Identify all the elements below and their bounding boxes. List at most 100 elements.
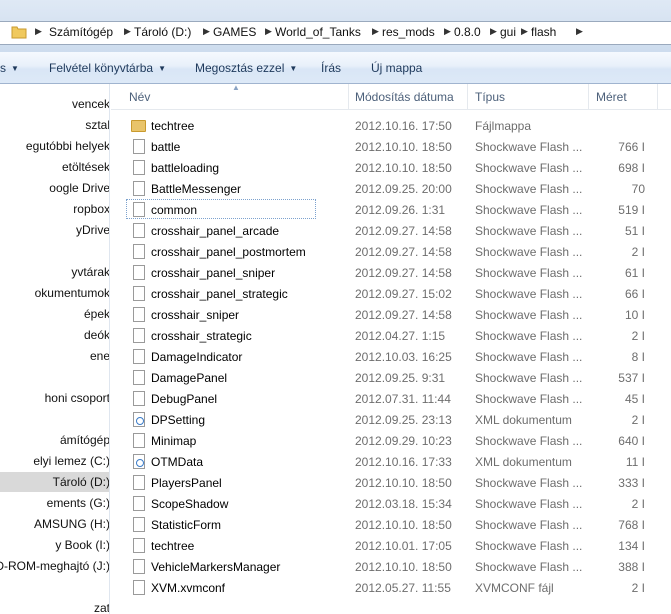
burn-button[interactable]: Írás (321, 61, 341, 75)
table-row[interactable]: DPSetting 2012.09.25. 23:13 XML dokumentum… (111, 409, 671, 430)
chevron-right-icon[interactable]: ▶ (521, 26, 528, 37)
nav-item[interactable]: épek (0, 304, 110, 324)
nav-item[interactable]: honi csoport (0, 388, 110, 408)
column-divider[interactable] (348, 84, 349, 109)
cell-date: 2012.09.25. 9:31 (355, 371, 446, 385)
chevron-right-icon[interactable]: ▶ (124, 26, 131, 37)
table-row[interactable]: StatisticForm 2012.10.10. 18:50 Shockwave … (111, 514, 671, 535)
nav-item[interactable]: egutóbbi helyek (0, 136, 110, 156)
table-row[interactable]: crosshair_panel_strategic 2012.09.27. 15:… (111, 283, 671, 304)
navigation-pane[interactable]: vencek sztal egutóbbi helyek etöltések oogle… (0, 84, 110, 614)
cell-size: 45 I (624, 392, 645, 406)
column-divider[interactable] (657, 84, 658, 109)
file-list[interactable]: ▲ Név Módosítás dátuma Típus Méret techt… (111, 84, 671, 614)
cell-name: crosshair_panel_sniper (151, 266, 276, 280)
breadcrumb-segment[interactable]: GAMES (213, 25, 256, 39)
table-row[interactable]: common 2012.09.26. 1:31 Shockwave Flash ..… (111, 199, 671, 220)
cell-name: DebugPanel (151, 392, 218, 406)
column-header-size[interactable]: Méret (596, 90, 627, 104)
cell-name: crosshair_panel_postmortem (151, 245, 306, 259)
nav-item[interactable]: vencek (0, 94, 110, 114)
cell-date: 2012.10.10. 18:50 (355, 518, 452, 532)
nav-item[interactable]: sztal (0, 115, 110, 135)
breadcrumb-segment[interactable]: 0.8.0 (454, 25, 481, 39)
table-row[interactable]: DebugPanel 2012.07.31. 11:44 Shockwave Fla… (111, 388, 671, 409)
table-row[interactable]: Minimap 2012.09.29. 10:23 Shockwave Flash … (111, 430, 671, 451)
cell-type: Shockwave Flash ... (475, 560, 583, 574)
nav-item[interactable]: deók (0, 325, 109, 345)
column-header-date[interactable]: Módosítás dátuma (355, 90, 454, 104)
nav-item[interactable]: AMSUNG (H:) (0, 514, 109, 534)
nav-item-label: zat (93, 601, 110, 614)
table-row[interactable]: VehicleMarkersManager 2012.10.10. 18:50 Sh… (111, 556, 671, 577)
nav-item[interactable]: elyi lemez (C:) (0, 451, 110, 471)
breadcrumb-segment[interactable]: gui (500, 25, 516, 39)
chevron-right-icon[interactable]: ▶ (490, 26, 497, 37)
table-row[interactable]: techtree 2012.10.16. 17:50 Fájlmappa (111, 115, 671, 136)
breadcrumb-segment[interactable]: World_of_Tanks (275, 25, 361, 39)
chevron-right-icon[interactable]: ▶ (203, 26, 210, 37)
nav-item[interactable]: D-ROM-meghajtó (J:) (0, 556, 109, 576)
column-divider[interactable] (588, 84, 589, 109)
table-row[interactable]: DamagePanel 2012.09.25. 9:31 Shockwave Fla… (111, 367, 671, 388)
cell-type: Shockwave Flash ... (475, 350, 583, 364)
breadcrumb-segment[interactable]: Tároló (D:) (134, 25, 191, 39)
cell-size: 766 I (618, 140, 645, 154)
chevron-right-icon[interactable]: ▶ (35, 26, 42, 37)
table-row[interactable]: techtree 2012.10.01. 17:05 Shockwave Flash… (111, 535, 671, 556)
file-icon (133, 517, 145, 532)
table-row[interactable]: crosshair_sniper 2012.09.27. 14:58 Shockwa… (111, 304, 671, 325)
cell-type: Shockwave Flash ... (475, 518, 583, 532)
new-folder-button[interactable]: Új mappa (371, 61, 422, 75)
nav-item[interactable]: okumentumok (0, 283, 109, 303)
nav-item-label: ements (G:) (46, 496, 110, 510)
nav-item (0, 367, 109, 387)
nav-item[interactable]: yvtárak (0, 262, 109, 282)
nav-item[interactable]: ámítógép (0, 430, 109, 450)
chevron-right-icon[interactable]: ▶ (372, 26, 379, 37)
nav-item-label: honi csoport (44, 391, 110, 405)
nav-item[interactable]: yDrive (0, 220, 109, 240)
organize-button[interactable]: s ▼ (0, 61, 19, 75)
nav-item[interactable]: Tároló (D:) (0, 472, 109, 492)
nav-item[interactable]: zat (0, 598, 110, 614)
table-row[interactable]: battleloading 2012.10.10. 18:50 Shockwave … (111, 157, 671, 178)
column-divider[interactable] (467, 84, 468, 109)
cell-name: OTMData (151, 455, 204, 469)
table-row[interactable]: BattleMessenger 2012.09.25. 20:00 Shockwav… (111, 178, 671, 199)
table-row[interactable]: crosshair_panel_arcade 2012.09.27. 14:58 S… (111, 220, 671, 241)
nav-item[interactable]: ements (G:) (0, 493, 110, 513)
table-row[interactable]: battle 2012.10.10. 18:50 Shockwave Flash .… (111, 136, 671, 157)
nav-item[interactable]: etöltések (0, 157, 109, 177)
table-row[interactable]: XVM.xvmconf 2012.05.27. 11:55 XVMCONF fájl… (111, 577, 671, 598)
nav-item-label: sztal (85, 118, 110, 132)
table-row[interactable]: crosshair_panel_sniper 2012.09.27. 14:58 S… (111, 262, 671, 283)
chevron-right-icon[interactable]: ▶ (265, 26, 272, 37)
table-row[interactable]: crosshair_panel_postmortem 2012.09.27. 14… (111, 241, 671, 262)
table-row[interactable]: ScopeShadow 2012.03.18. 15:34 Shockwave Fl… (111, 493, 671, 514)
cell-type: Shockwave Flash ... (475, 308, 583, 322)
nav-item-label: elyi lemez (C:) (33, 454, 110, 468)
nav-item-label: vencek (71, 97, 110, 111)
chevron-right-icon[interactable]: ▶ (444, 26, 451, 37)
nav-item[interactable]: ene (0, 346, 109, 366)
breadcrumb-segment[interactable]: flash (531, 25, 556, 39)
column-header-type[interactable]: Típus (475, 90, 505, 104)
address-bar[interactable]: ▶ Számítógép ▶ Tároló (D:) ▶ GAMES ▶ Wor… (0, 21, 671, 45)
nav-item[interactable]: oogle Drive (0, 178, 109, 198)
nav-item-label: épek (83, 307, 110, 321)
file-icon (133, 328, 145, 343)
nav-item-label: egutóbbi helyek (25, 139, 110, 153)
table-row[interactable]: DamageIndicator 2012.10.03. 16:25 Shockwav… (111, 346, 671, 367)
include-in-library-button[interactable]: Felvétel könyvtárba ▼ (49, 61, 166, 75)
breadcrumb-segment[interactable]: res_mods (382, 25, 435, 39)
nav-item[interactable]: y Book (I:) (0, 535, 109, 555)
table-row[interactable]: crosshair_strategic 2012.04.27. 1:15 Shock… (111, 325, 671, 346)
table-row[interactable]: PlayersPanel 2012.10.10. 18:50 Shockwave F… (111, 472, 671, 493)
table-row[interactable]: OTMData 2012.10.16. 17:33 XML dokumentum 11… (111, 451, 671, 472)
breadcrumb-segment[interactable]: Számítógép (49, 25, 113, 39)
chevron-right-icon[interactable]: ▶ (576, 26, 583, 37)
share-with-button[interactable]: Megosztás ezzel ▼ (195, 61, 297, 75)
column-header-name[interactable]: Név (129, 90, 150, 104)
nav-item[interactable]: ropbox (0, 199, 109, 219)
